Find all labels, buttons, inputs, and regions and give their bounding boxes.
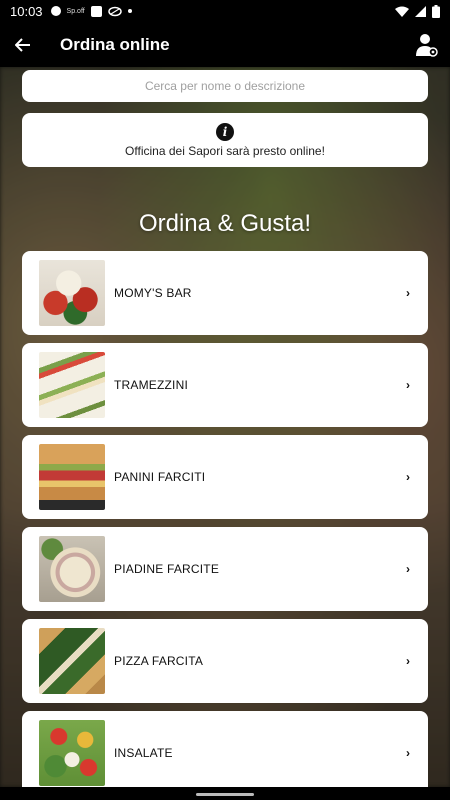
profile-button[interactable]: [404, 22, 450, 67]
signal-icon: [415, 5, 426, 17]
info-icon: i: [216, 122, 234, 141]
home-gesture-handle[interactable]: [196, 793, 254, 796]
chevron-right-icon: ›: [406, 378, 410, 392]
battery-icon: [432, 4, 440, 18]
online-notice-card: i Officina dei Sapori sarà presto online…: [22, 113, 428, 167]
category-thumbnail: [39, 720, 105, 786]
notification-dot-icon: [50, 6, 61, 16]
notice-text: Officina dei Sapori sarà presto online!: [125, 143, 325, 158]
category-thumbnail: [39, 352, 105, 418]
account-settings-icon: [416, 33, 438, 57]
chevron-right-icon: ›: [406, 562, 410, 576]
chevron-right-icon: ›: [406, 654, 410, 668]
app-bar: Ordina online: [0, 22, 450, 67]
category-label: PIADINE FARCITE: [114, 562, 220, 576]
arrow-left-icon: [15, 37, 30, 52]
status-time: 10:03: [10, 3, 43, 19]
category-label: PANINI FARCITI: [114, 470, 206, 484]
category-item-insalate[interactable]: INSALATE ›: [22, 711, 428, 795]
status-tiny-label: Sp.off: [66, 7, 85, 15]
category-thumbnail: [39, 260, 105, 326]
back-button[interactable]: [0, 22, 46, 67]
category-label: MOMY'S BAR: [114, 286, 192, 300]
category-thumbnail: [39, 444, 105, 510]
page-title: Ordina online: [60, 34, 170, 54]
chevron-right-icon: ›: [406, 470, 410, 484]
search-input[interactable]: [22, 70, 428, 102]
more-notifications-icon: [127, 9, 132, 13]
notification-app-icon: [90, 5, 102, 17]
category-thumbnail: [39, 536, 105, 602]
category-label: TRAMEZZINI: [114, 378, 188, 392]
wifi-icon: [395, 6, 409, 17]
category-item-momys-bar[interactable]: MOMY'S BAR ›: [22, 251, 428, 335]
category-item-piadine-farcite[interactable]: PIADINE FARCITE ›: [22, 527, 428, 611]
category-item-panini-farciti[interactable]: PANINI FARCITI ›: [22, 435, 428, 519]
chevron-right-icon: ›: [406, 746, 410, 760]
category-label: PIZZA FARCITA: [114, 654, 204, 668]
category-label: INSALATE: [114, 746, 173, 760]
chevron-right-icon: ›: [406, 286, 410, 300]
category-item-pizza-farcita[interactable]: PIZZA FARCITA ›: [22, 619, 428, 703]
notification-logo-icon: [107, 6, 122, 16]
section-heading: Ordina & Gusta!: [138, 210, 312, 237]
category-item-tramezzini[interactable]: TRAMEZZINI ›: [22, 343, 428, 427]
status-bar: 10:03 Sp.off: [0, 0, 450, 22]
category-thumbnail: [39, 628, 105, 694]
